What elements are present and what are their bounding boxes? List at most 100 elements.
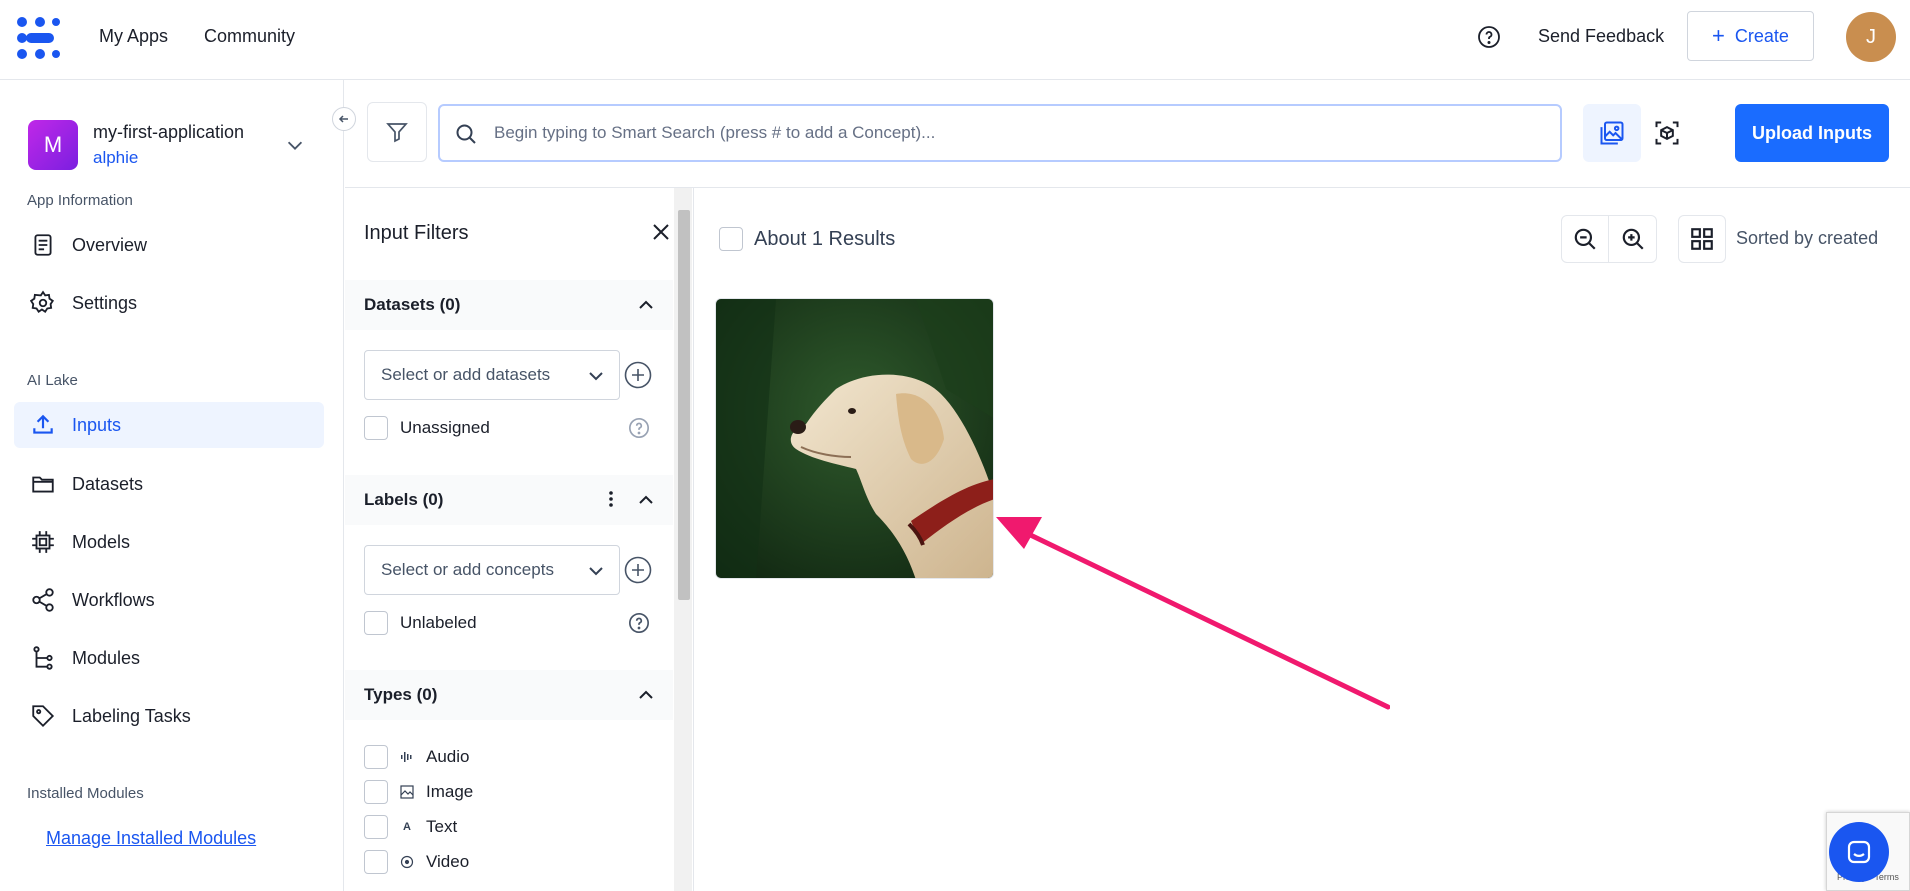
sidebar-item-overview[interactable]: Overview: [14, 222, 324, 268]
app-selector[interactable]: M my-first-application alphie: [28, 120, 328, 176]
type-video-row[interactable]: Video: [364, 849, 469, 875]
sidebar-item-labeling-tasks[interactable]: Labeling Tasks: [14, 693, 324, 739]
types-header-label: Types (0): [364, 685, 438, 704]
search-icon: [456, 124, 476, 144]
datasets-select-placeholder: Select or add datasets: [381, 365, 551, 384]
chevron-down-icon[interactable]: [284, 134, 306, 156]
send-feedback-link[interactable]: Send Feedback: [1538, 26, 1664, 47]
chip-icon: [32, 531, 54, 553]
type-text-checkbox[interactable]: [364, 815, 388, 839]
type-image-label: Image: [426, 782, 474, 801]
unlabeled-label: Unlabeled: [400, 613, 477, 632]
zoom-in-icon: [1622, 228, 1644, 250]
sidebar-item-label: Modules: [72, 647, 141, 668]
chevron-up-icon[interactable]: [637, 686, 655, 704]
types-section-header[interactable]: Types (0): [345, 670, 673, 720]
sidebar-item-label: Datasets: [72, 473, 144, 494]
type-audio-checkbox[interactable]: [364, 745, 388, 769]
upload-inputs-button[interactable]: Upload Inputs: [1735, 104, 1889, 162]
zoom-out-icon: [1574, 228, 1596, 250]
kebab-menu-icon[interactable]: [601, 489, 621, 509]
unlabeled-checkbox-row[interactable]: Unlabeled: [364, 610, 477, 636]
add-concept-icon[interactable]: [624, 556, 652, 584]
grid-view-button[interactable]: [1678, 215, 1726, 263]
object-view-button[interactable]: [1638, 104, 1696, 162]
help-icon[interactable]: [628, 417, 650, 439]
plus-icon: +: [1712, 23, 1725, 48]
type-audio-row[interactable]: Audio: [364, 744, 469, 770]
tag-icon: [32, 705, 55, 728]
sidebar-item-label: Workflows: [72, 589, 155, 610]
filter-toggle-button[interactable]: [367, 102, 427, 162]
funnel-icon: [386, 123, 408, 143]
section-installed-modules: Installed Modules: [27, 785, 144, 802]
clarifai-logo[interactable]: [14, 14, 64, 64]
nav-community[interactable]: Community: [204, 26, 295, 47]
zoom-controls: [1561, 215, 1657, 263]
search-input[interactable]: [494, 106, 1494, 160]
type-image-row[interactable]: Image: [364, 779, 473, 805]
type-video-checkbox[interactable]: [364, 850, 388, 874]
datasets-header-label: Datasets (0): [364, 295, 461, 314]
app-owner[interactable]: alphie: [93, 148, 138, 168]
unlabeled-checkbox[interactable]: [364, 611, 388, 635]
datasets-select[interactable]: Select or add datasets: [364, 350, 620, 400]
create-label: Create: [1734, 25, 1789, 46]
sidebar-item-modules[interactable]: Modules: [14, 635, 324, 681]
filters-title: Input Filters: [364, 222, 469, 244]
type-image-checkbox[interactable]: [364, 780, 388, 804]
section-ai-lake: AI Lake: [27, 372, 78, 389]
folder-icon: [32, 476, 54, 493]
sidebar-item-workflows[interactable]: Workflows: [14, 577, 324, 623]
input-thumbnail-dog[interactable]: [715, 298, 994, 579]
chevron-up-icon[interactable]: [637, 491, 655, 509]
text-icon: A: [403, 821, 411, 833]
sidebar-item-settings[interactable]: Settings: [14, 280, 324, 326]
sidebar-item-label: Overview: [72, 234, 148, 255]
image-gallery-button[interactable]: [1583, 104, 1641, 162]
input-filters-panel: Input Filters Datasets (0) Select or add…: [345, 188, 694, 891]
unassigned-label: Unassigned: [400, 418, 490, 437]
select-all-checkbox[interactable]: [719, 227, 743, 251]
zoom-out-button[interactable]: [1562, 216, 1610, 262]
type-text-row[interactable]: A Text: [364, 814, 457, 840]
help-icon[interactable]: [628, 612, 650, 634]
smart-search-box: [438, 104, 1631, 162]
concepts-select-placeholder: Select or add concepts: [381, 560, 554, 579]
type-video-label: Video: [426, 852, 470, 871]
add-dataset-icon[interactable]: [624, 361, 652, 389]
zoom-in-button[interactable]: [1609, 216, 1656, 262]
chevron-up-icon[interactable]: [637, 296, 655, 314]
sidebar-item-models[interactable]: Models: [14, 519, 324, 565]
close-icon[interactable]: [650, 221, 672, 243]
search-toolbar: Upload Inputs: [345, 80, 1910, 188]
labels-section-header[interactable]: Labels (0): [345, 475, 673, 525]
scrollbar-thumb[interactable]: [678, 210, 690, 600]
datasets-section-header[interactable]: Datasets (0): [345, 280, 673, 330]
avatar[interactable]: J: [1846, 12, 1896, 62]
chat-launcher-button[interactable]: [1829, 822, 1889, 882]
concepts-select[interactable]: Select or add concepts: [364, 545, 620, 595]
type-audio-label: Audio: [426, 747, 470, 766]
labels-header-label: Labels (0): [364, 490, 444, 509]
sidebar-item-datasets[interactable]: Datasets: [14, 461, 324, 507]
unassigned-checkbox-row[interactable]: Unassigned: [364, 415, 490, 441]
sort-label[interactable]: Sorted by created: [1736, 228, 1878, 249]
sidebar-item-inputs[interactable]: Inputs: [14, 402, 324, 448]
manage-installed-modules-link[interactable]: Manage Installed Modules: [46, 828, 256, 849]
video-icon: [400, 855, 414, 869]
sidebar-item-label: Labeling Tasks: [72, 705, 191, 726]
grid-icon: [1691, 228, 1713, 250]
chat-icon: [1847, 840, 1871, 864]
unassigned-checkbox[interactable]: [364, 416, 388, 440]
results-count: About 1 Results: [754, 228, 896, 250]
create-button[interactable]: + Create: [1687, 11, 1814, 61]
help-icon[interactable]: [1477, 25, 1501, 49]
filters-scrollbar[interactable]: [674, 188, 692, 891]
nav-my-apps[interactable]: My Apps: [99, 26, 168, 47]
upload-icon: [33, 414, 53, 434]
chevron-down-icon: [589, 372, 603, 381]
share-icon: [32, 588, 54, 612]
sidebar-item-label: Models: [72, 531, 131, 552]
gear-icon: [30, 290, 55, 313]
